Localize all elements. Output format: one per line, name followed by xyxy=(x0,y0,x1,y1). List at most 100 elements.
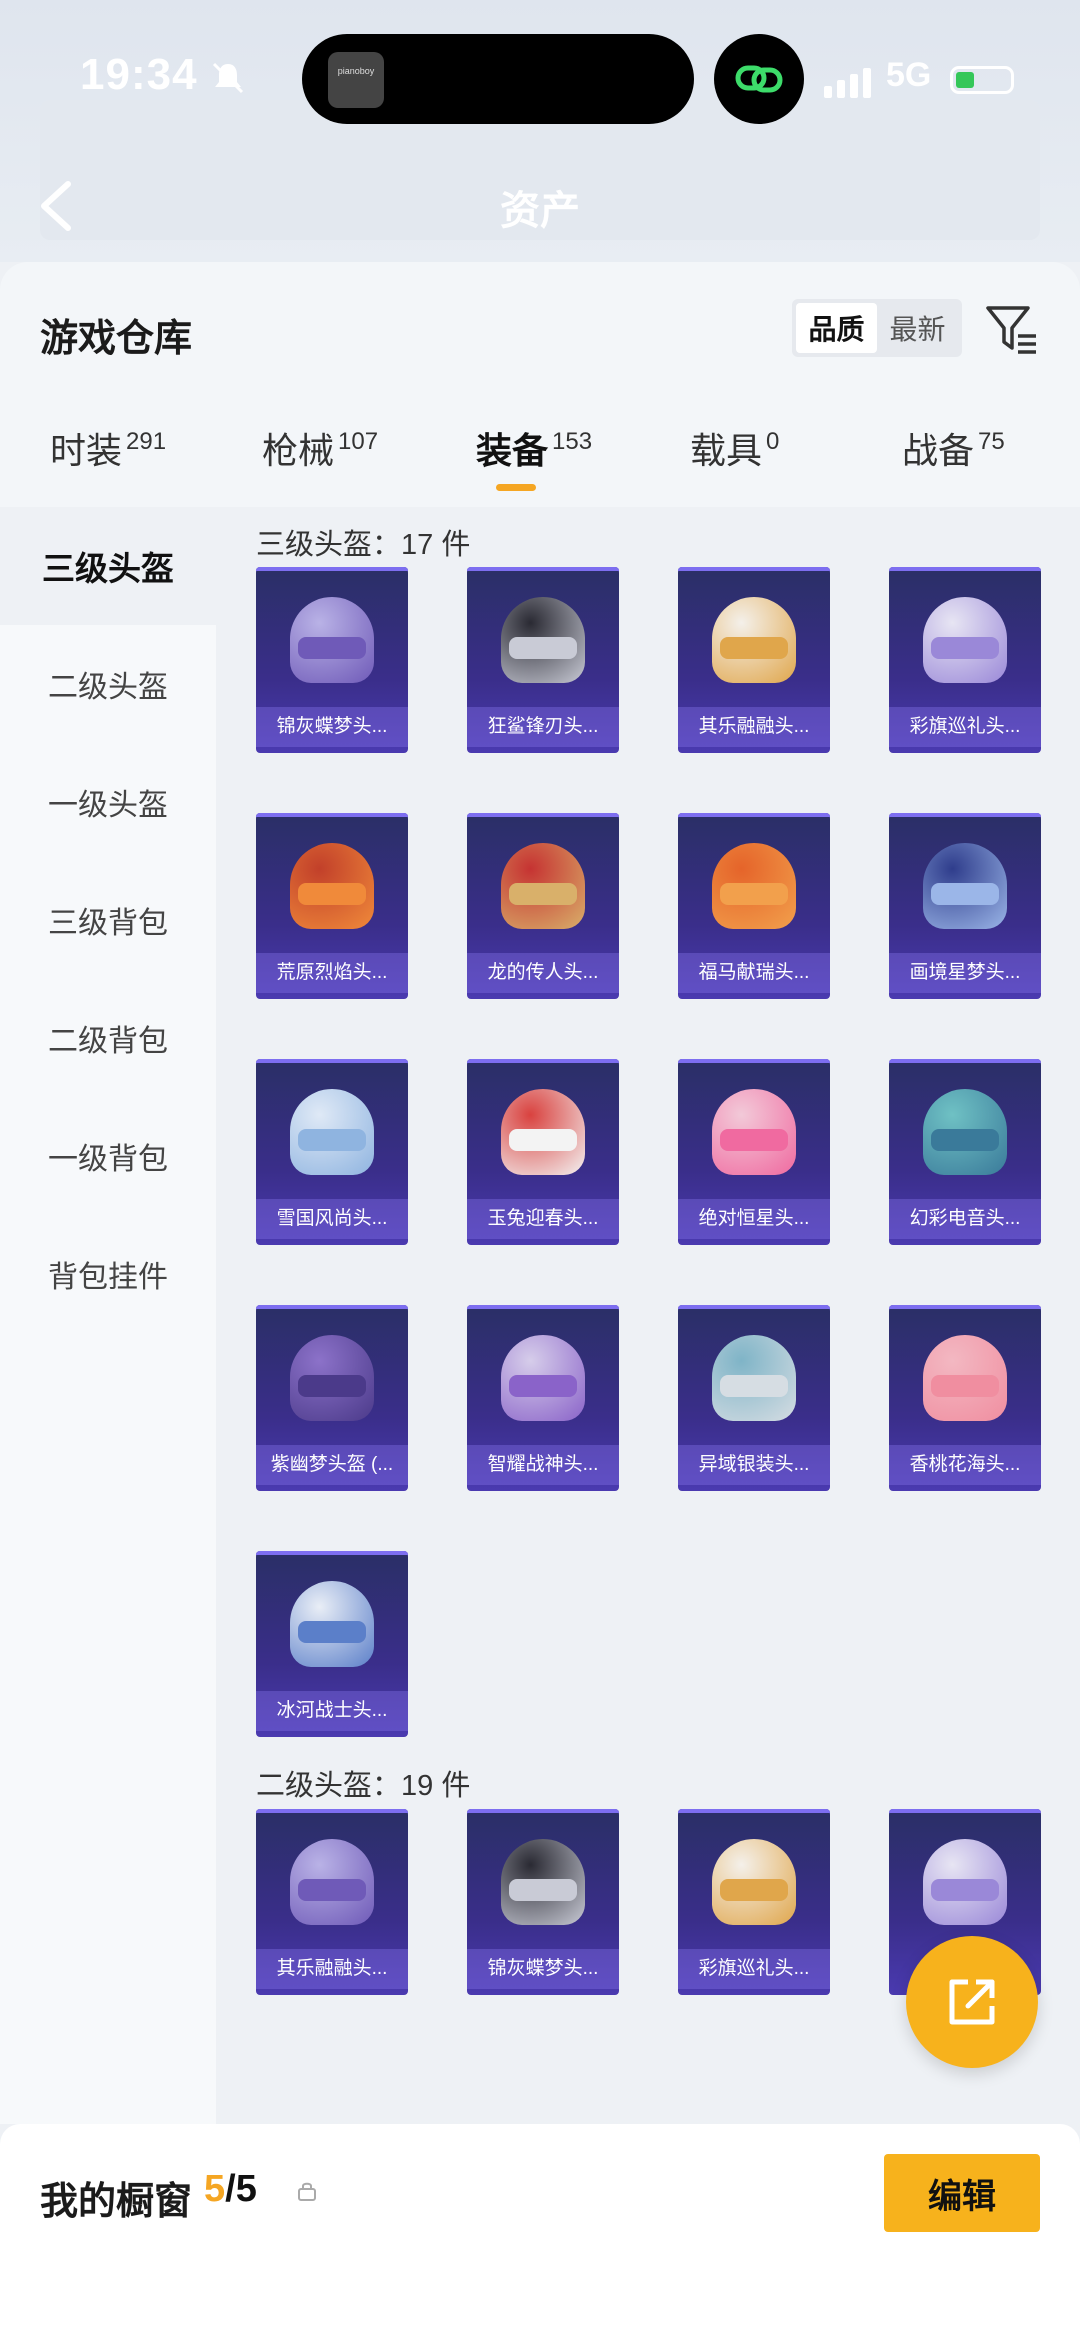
item-card[interactable]: 龙的传人头... xyxy=(467,813,619,999)
item-grid: 三级头盔：17 件 二级头盔：19 件 锦灰蝶梦头... 狂鲨锋刃头... 其乐融融… xyxy=(216,507,1080,2124)
helmet-visor xyxy=(298,637,366,659)
helmet-visor xyxy=(931,637,999,659)
item-card[interactable]: 玉兔迎春头... xyxy=(467,1059,619,1245)
mute-bell-icon xyxy=(210,60,246,96)
item-card[interactable]: 荒原烈焰头... xyxy=(256,813,408,999)
sidebar-item-lv1-backpack[interactable]: 一级背包 xyxy=(0,1097,216,1215)
helmet-visor xyxy=(298,1129,366,1151)
item-name: 彩旗巡礼头... xyxy=(889,707,1041,747)
tab-indicator xyxy=(496,484,536,491)
helmet-visor xyxy=(720,883,788,905)
item-card[interactable]: 绝对恒星头... xyxy=(678,1059,830,1245)
signal-icon xyxy=(824,68,871,98)
sidebar-item-lv2-backpack[interactable]: 二级背包 xyxy=(0,979,216,1097)
helmet-visor xyxy=(298,1879,366,1901)
item-card[interactable]: 其乐融融头... xyxy=(256,1809,408,1995)
item-card[interactable]: 幻彩电音头... xyxy=(889,1059,1041,1245)
sidebar-item-backpack-charm[interactable]: 背包挂件 xyxy=(0,1215,216,1333)
item-name: 狂鲨锋刃头... xyxy=(467,707,619,747)
tab-costume[interactable]: 时装 291 xyxy=(50,422,166,474)
page-title: 资产 xyxy=(500,189,580,233)
item-card[interactable]: 彩旗巡礼头... xyxy=(889,567,1041,753)
helmet-visor xyxy=(931,883,999,905)
item-card[interactable]: 彩旗巡礼头... xyxy=(678,1809,830,1995)
item-name: 玉兔迎春头... xyxy=(467,1199,619,1239)
showcase-bar: 我的橱窗 5/5 编辑 xyxy=(0,2124,1080,2347)
sidebar-item-lv3-backpack[interactable]: 三级背包 xyxy=(0,861,216,979)
item-name: 画境星梦头... xyxy=(889,953,1041,993)
item-name: 彩旗巡礼头... xyxy=(678,1949,830,1989)
item-name: 荒原烈焰头... xyxy=(256,953,408,993)
helmet-visor xyxy=(509,637,577,659)
sort-option-quality[interactable]: 品质 xyxy=(796,303,877,353)
item-name: 龙的传人头... xyxy=(467,953,619,993)
warehouse-sheet: 游戏仓库 品质 最新 时装 291 枪械 107 装备 153 载具 0 战备 75 三级… xyxy=(0,262,1080,2124)
item-name: 智耀战神头... xyxy=(467,1445,619,1485)
helmet-visor xyxy=(720,1375,788,1397)
item-name: 福马献瑞头... xyxy=(678,953,830,993)
sort-switch: 品质 最新 xyxy=(792,299,962,357)
item-name: 香桃花海头... xyxy=(889,1445,1041,1485)
status-time: 19:34 xyxy=(80,50,198,99)
island-app-thumbnail: pianoboy xyxy=(328,52,384,108)
helmet-visor xyxy=(720,1129,788,1151)
item-card[interactable]: 其乐融融头... xyxy=(678,567,830,753)
helmet-visor xyxy=(298,883,366,905)
sidebar: 三级头盔 二级头盔 一级头盔 三级背包 二级背包 一级背包 背包挂件 xyxy=(0,507,216,2124)
item-card[interactable]: 锦灰蝶梦头... xyxy=(467,1809,619,1995)
section-title-lv3: 三级头盔：17 件 xyxy=(256,529,471,561)
helmet-visor xyxy=(509,1879,577,1901)
item-name: 其乐融融头... xyxy=(678,707,830,747)
item-name: 绝对恒星头... xyxy=(678,1199,830,1239)
helmet-visor xyxy=(509,1375,577,1397)
lock-icon xyxy=(296,2180,318,2202)
dynamic-island: pianoboy xyxy=(302,34,694,124)
tab-gear[interactable]: 战备 75 xyxy=(902,422,1005,474)
edit-button[interactable]: 编辑 xyxy=(884,2154,1040,2232)
link-app-icon[interactable] xyxy=(714,34,804,124)
sidebar-item-lv1-helmet[interactable]: 一级头盔 xyxy=(0,743,216,861)
item-name: 幻彩电音头... xyxy=(889,1199,1041,1239)
helmet-visor xyxy=(509,1129,577,1151)
helmet-visor xyxy=(931,1879,999,1901)
item-card[interactable]: 冰河战士头... xyxy=(256,1551,408,1737)
showcase-count: 5/5 xyxy=(204,2168,257,2210)
item-name: 锦灰蝶梦头... xyxy=(256,707,408,747)
item-card[interactable]: 紫幽梦头盔 (... xyxy=(256,1305,408,1491)
filter-icon[interactable] xyxy=(984,302,1040,358)
item-name: 锦灰蝶梦头... xyxy=(467,1949,619,1989)
helmet-visor xyxy=(720,637,788,659)
sidebar-item-lv2-helmet[interactable]: 二级头盔 xyxy=(0,625,216,743)
helmet-visor xyxy=(509,883,577,905)
back-arrow-icon[interactable] xyxy=(36,178,76,234)
item-card[interactable]: 雪国风尚头... xyxy=(256,1059,408,1245)
helmet-visor xyxy=(720,1879,788,1901)
item-card[interactable]: 香桃花海头... xyxy=(889,1305,1041,1491)
item-name: 异域银装头... xyxy=(678,1445,830,1485)
helmet-visor xyxy=(298,1621,366,1643)
showcase-label: 我的橱窗 xyxy=(40,2181,193,2223)
item-name: 冰河战士头... xyxy=(256,1691,408,1731)
tab-equipment[interactable]: 装备 153 xyxy=(476,422,592,474)
helmet-visor xyxy=(931,1375,999,1397)
network-type: 5G xyxy=(886,56,932,94)
item-card[interactable]: 福马献瑞头... xyxy=(678,813,830,999)
item-name: 其乐融融头... xyxy=(256,1949,408,1989)
tab-weapons[interactable]: 枪械 107 xyxy=(262,422,378,474)
item-name: 紫幽梦头盔 (... xyxy=(256,1445,408,1485)
sheet-title: 游戏仓库 xyxy=(40,318,193,360)
tab-vehicles[interactable]: 载具 0 xyxy=(690,422,779,474)
item-card[interactable]: 智耀战神头... xyxy=(467,1305,619,1491)
helmet-visor xyxy=(931,1129,999,1151)
category-tabs: 时装 291 枪械 107 装备 153 载具 0 战备 75 xyxy=(0,422,1080,502)
sidebar-item-lv3-helmet[interactable]: 三级头盔 xyxy=(0,507,216,625)
section-title-lv2: 二级头盔：19 件 xyxy=(256,1770,471,1802)
share-button[interactable] xyxy=(906,1936,1038,2068)
sort-option-newest[interactable]: 最新 xyxy=(877,303,958,353)
item-card[interactable]: 异域银装头... xyxy=(678,1305,830,1491)
status-bar: 19:34 pianoboy 5G xyxy=(0,30,1080,130)
item-card[interactable]: 锦灰蝶梦头... xyxy=(256,567,408,753)
helmet-visor xyxy=(298,1375,366,1397)
item-card[interactable]: 画境星梦头... xyxy=(889,813,1041,999)
item-card[interactable]: 狂鲨锋刃头... xyxy=(467,567,619,753)
